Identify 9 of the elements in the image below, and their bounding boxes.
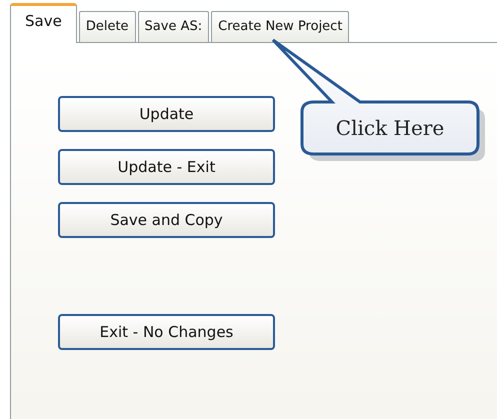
action-button[interactable]: Update	[58, 96, 275, 132]
action-button[interactable]: Exit - No Changes	[58, 314, 275, 350]
tab[interactable]: Save	[10, 3, 77, 43]
tab[interactable]: Create New Project	[211, 11, 350, 42]
action-button[interactable]: Save and Copy	[58, 202, 275, 238]
tab[interactable]: Save AS:	[138, 11, 210, 42]
action-button[interactable]: Update - Exit	[58, 149, 275, 185]
tab[interactable]: Delete	[78, 11, 136, 42]
callout-text: Click Here	[336, 115, 444, 142]
